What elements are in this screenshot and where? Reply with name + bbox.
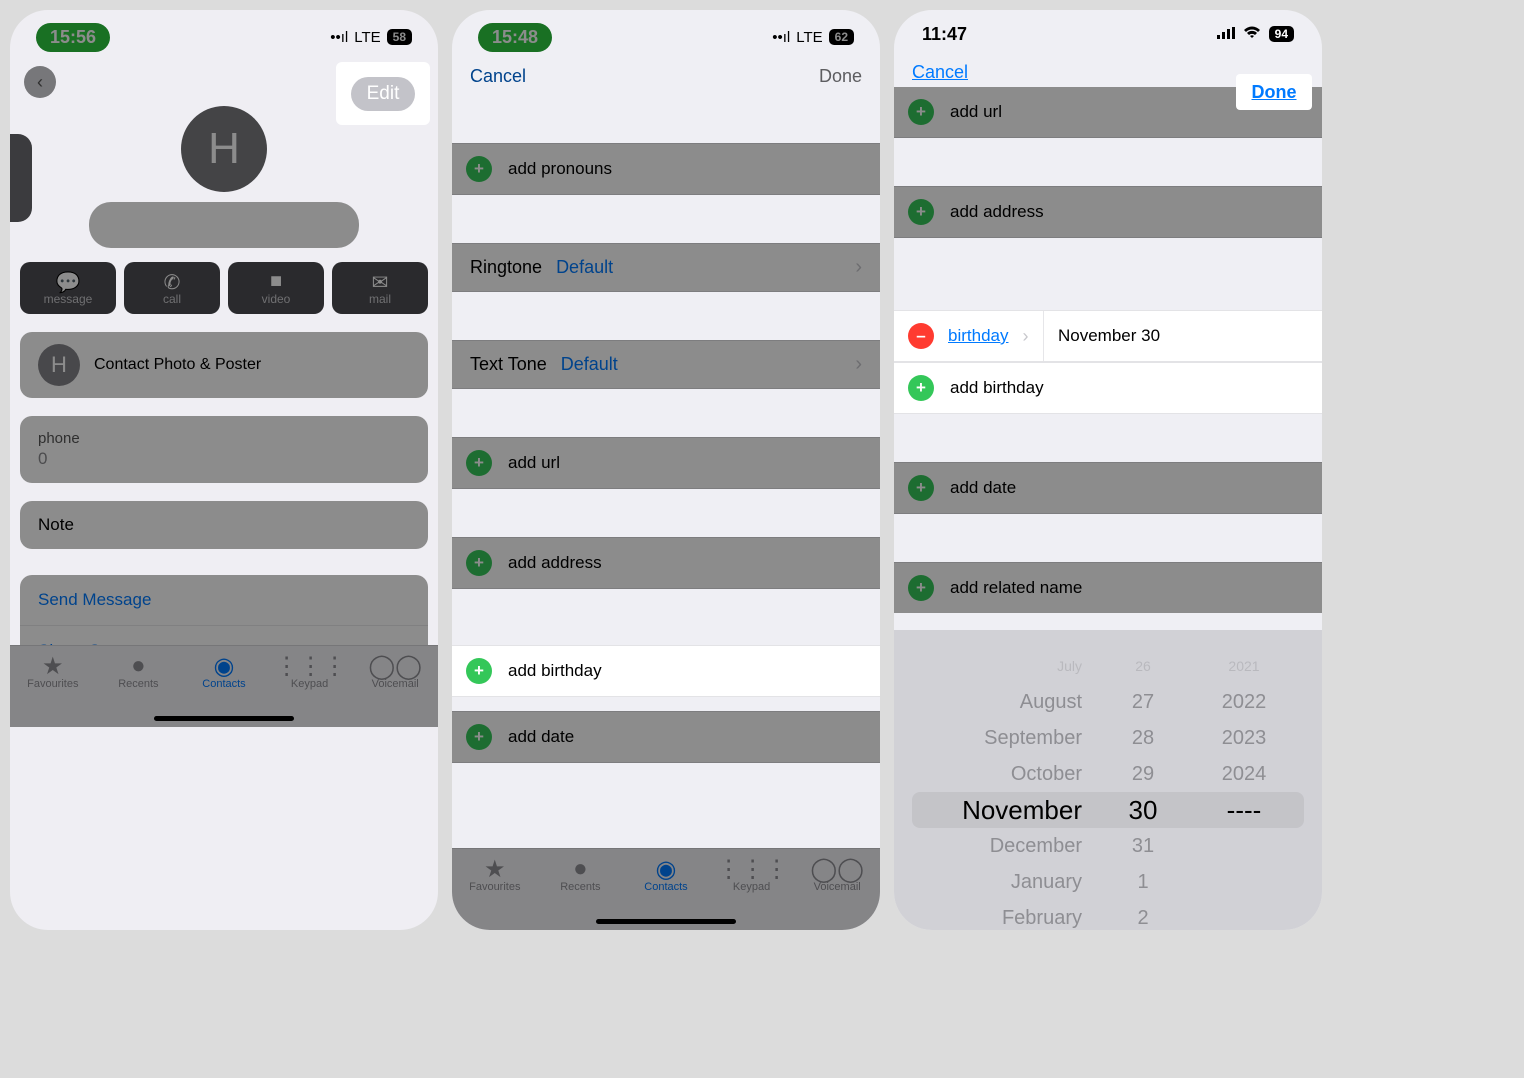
keypad-icon: ⋮⋮⋮ <box>717 855 787 881</box>
add-pronouns-row[interactable]: + add pronouns <box>452 143 880 195</box>
status-bar: 11:47 94 <box>894 10 1322 58</box>
date-picker[interactable]: July262021August272022September282023Oct… <box>894 630 1322 930</box>
person-icon: ◉ <box>631 855 701 881</box>
wifi-icon <box>1243 26 1261 43</box>
chevron-right-icon: › <box>855 353 862 376</box>
tab-bar: ★Favourites ●Recents ◉Contacts ⋮⋮⋮Keypad… <box>452 848 880 930</box>
cancel-button[interactable]: Cancel <box>470 66 526 87</box>
signal-icon: ••ıl <box>772 29 790 46</box>
star-icon: ★ <box>18 652 88 678</box>
picker-row[interactable]: February2 <box>894 900 1322 930</box>
done-button[interactable]: Done <box>819 66 862 87</box>
status-bar: 15:56 ••ıl LTE 58 <box>10 10 438 58</box>
plus-icon: + <box>466 156 492 182</box>
battery-indicator: 58 <box>387 29 412 45</box>
phone-value[interactable]: 0 <box>20 449 428 483</box>
time-pill: 15:56 <box>36 23 110 52</box>
picker-row[interactable]: July262021 <box>894 648 1322 684</box>
plus-icon: + <box>908 475 934 501</box>
message-icon: 💬 <box>24 270 112 292</box>
contact-name-redacted <box>89 202 359 248</box>
voicemail-icon: ◯◯ <box>360 652 430 678</box>
send-message-link[interactable]: Send Message <box>20 575 428 626</box>
cancel-button[interactable]: Cancel <box>912 62 968 83</box>
star-icon: ★ <box>460 855 530 881</box>
back-button[interactable]: ‹ <box>24 66 56 98</box>
plus-icon: + <box>466 724 492 750</box>
video-icon: ■ <box>232 270 320 292</box>
message-button[interactable]: 💬message <box>20 262 116 314</box>
home-indicator[interactable] <box>154 716 294 721</box>
contact-photo-poster-row[interactable]: H Contact Photo & Poster <box>20 332 428 398</box>
call-button[interactable]: ✆call <box>124 262 220 314</box>
plus-icon: + <box>466 550 492 576</box>
app-switcher-handle[interactable] <box>10 134 32 222</box>
add-date-row[interactable]: + add date <box>894 462 1322 514</box>
texttone-row[interactable]: Text Tone Default › <box>452 340 880 389</box>
screenshot-birthday-picker: 11:47 94 Cancel + add url + add address <box>894 10 1322 930</box>
keypad-icon: ⋮⋮⋮ <box>275 652 345 678</box>
picker-row[interactable]: September282023 <box>894 720 1322 756</box>
clock-icon: ● <box>103 652 173 678</box>
contact-photo-label: Contact Photo & Poster <box>94 356 261 374</box>
phone-label: phone <box>20 416 428 449</box>
plus-icon: + <box>466 450 492 476</box>
screenshot-edit-contact: 15:48 ••ıl LTE 62 Cancel Done + add pron… <box>452 10 880 930</box>
picker-row[interactable]: December31 <box>894 828 1322 864</box>
person-icon: ◉ <box>189 652 259 678</box>
plus-icon: + <box>466 658 492 684</box>
plus-icon: + <box>908 375 934 401</box>
chevron-right-icon: › <box>1022 326 1028 347</box>
mini-avatar: H <box>38 344 80 386</box>
time-pill: 15:48 <box>478 23 552 52</box>
battery-indicator: 62 <box>829 29 854 45</box>
battery-indicator: 94 <box>1269 26 1294 42</box>
mail-icon: ✉ <box>336 270 424 292</box>
birthday-date-value[interactable]: November 30 <box>1044 314 1174 358</box>
picker-row[interactable]: August272022 <box>894 684 1322 720</box>
status-bar: 15:48 ••ıl LTE 62 <box>452 10 880 58</box>
done-button[interactable]: Done <box>1252 82 1297 103</box>
birthday-type-label[interactable]: birthday <box>948 326 1008 346</box>
screenshot-contact-card: 15:56 ••ıl LTE 58 ‹ H 💬message ✆call ■vi… <box>10 10 438 930</box>
done-button-highlight: Done <box>1236 74 1312 110</box>
birthday-row[interactable]: – birthday › November 30 <box>894 310 1322 362</box>
edit-button-highlight: Edit <box>336 62 430 125</box>
edit-button[interactable]: Edit <box>351 77 416 111</box>
status-time: 11:47 <box>922 24 967 45</box>
home-indicator[interactable] <box>596 919 736 924</box>
ringtone-row[interactable]: Ringtone Default › <box>452 243 880 292</box>
add-birthday-row[interactable]: + add birthday <box>894 362 1322 414</box>
plus-icon: + <box>908 99 934 125</box>
video-button[interactable]: ■video <box>228 262 324 314</box>
tab-voicemail[interactable]: ◯◯Voicemail <box>802 855 872 930</box>
plus-icon: + <box>908 199 934 225</box>
add-birthday-row[interactable]: + add birthday <box>452 645 880 697</box>
clock-icon: ● <box>545 855 615 881</box>
tab-favourites[interactable]: ★Favourites <box>18 652 88 727</box>
plus-icon: + <box>908 575 934 601</box>
add-address-row[interactable]: + add address <box>894 186 1322 238</box>
picker-row[interactable]: November30---- <box>912 792 1304 828</box>
add-address-row[interactable]: + add address <box>452 537 880 589</box>
contact-avatar[interactable]: H <box>181 106 267 192</box>
picker-row[interactable]: October292024 <box>894 756 1322 792</box>
phone-icon: ✆ <box>128 270 216 292</box>
picker-row[interactable]: January1 <box>894 864 1322 900</box>
carrier-label: LTE <box>796 29 822 46</box>
add-date-row[interactable]: + add date <box>452 711 880 763</box>
voicemail-icon: ◯◯ <box>802 855 872 881</box>
minus-icon[interactable]: – <box>908 323 934 349</box>
tab-voicemail[interactable]: ◯◯Voicemail <box>360 652 430 727</box>
tab-bar: ★Favourites ●Recents ◉Contacts ⋮⋮⋮Keypad… <box>10 645 438 727</box>
add-url-row[interactable]: + add url <box>452 437 880 489</box>
chevron-right-icon: › <box>855 256 862 279</box>
signal-icon <box>1217 26 1235 43</box>
note-row[interactable]: Note <box>20 501 428 549</box>
carrier-label: LTE <box>354 29 380 46</box>
signal-icon: ••ıl <box>330 29 348 46</box>
mail-button[interactable]: ✉mail <box>332 262 428 314</box>
tab-favourites[interactable]: ★Favourites <box>460 855 530 930</box>
add-related-name-row[interactable]: + add related name <box>894 562 1322 613</box>
